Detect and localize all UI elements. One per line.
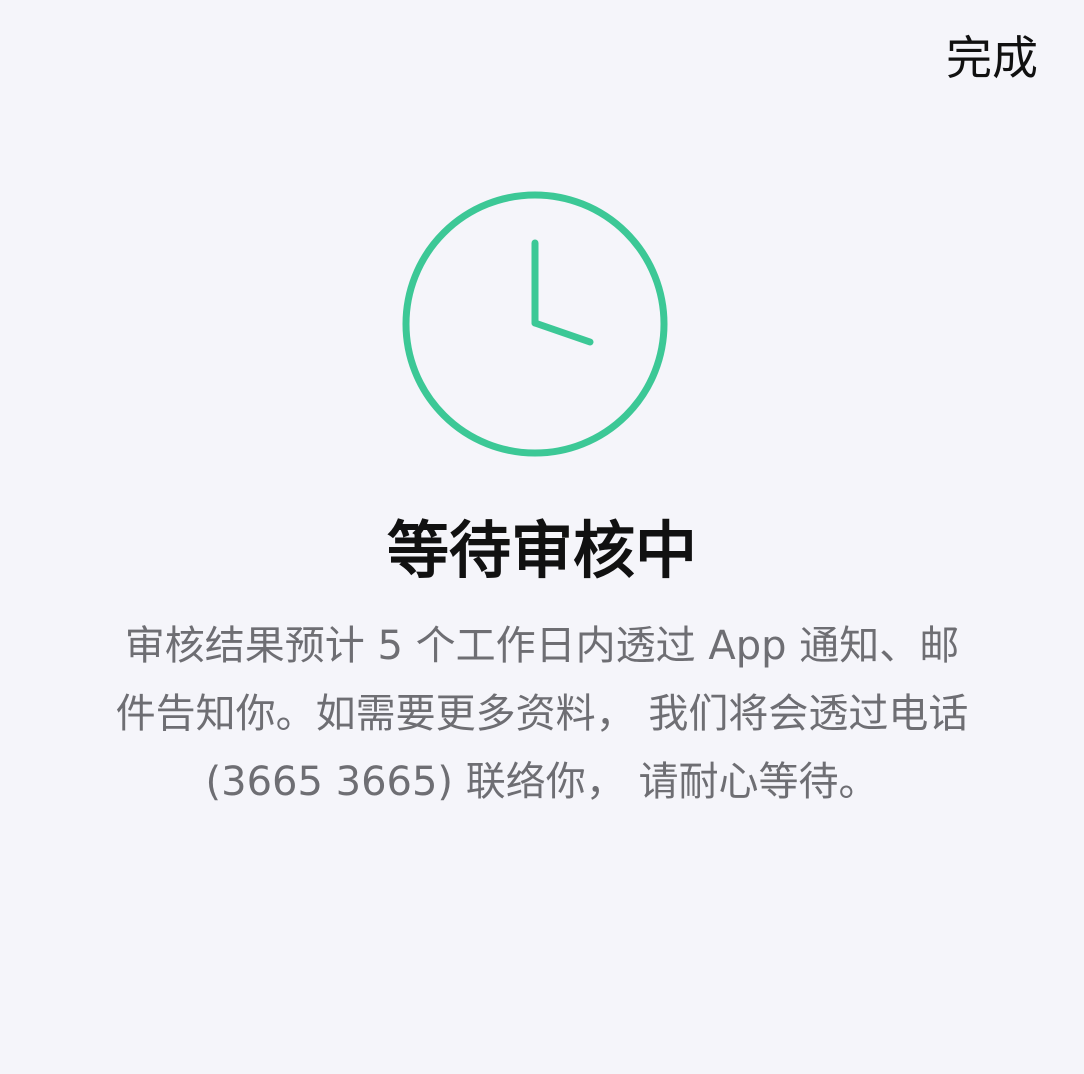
- done-button[interactable]: 完成: [946, 28, 1038, 88]
- clock-icon: [401, 190, 669, 458]
- status-title: 等待审核中: [386, 514, 697, 587]
- status-description: 审核结果预计 5 个工作日内透过 App 通知、邮件告知你。如需要更多资料， 我…: [115, 623, 969, 805]
